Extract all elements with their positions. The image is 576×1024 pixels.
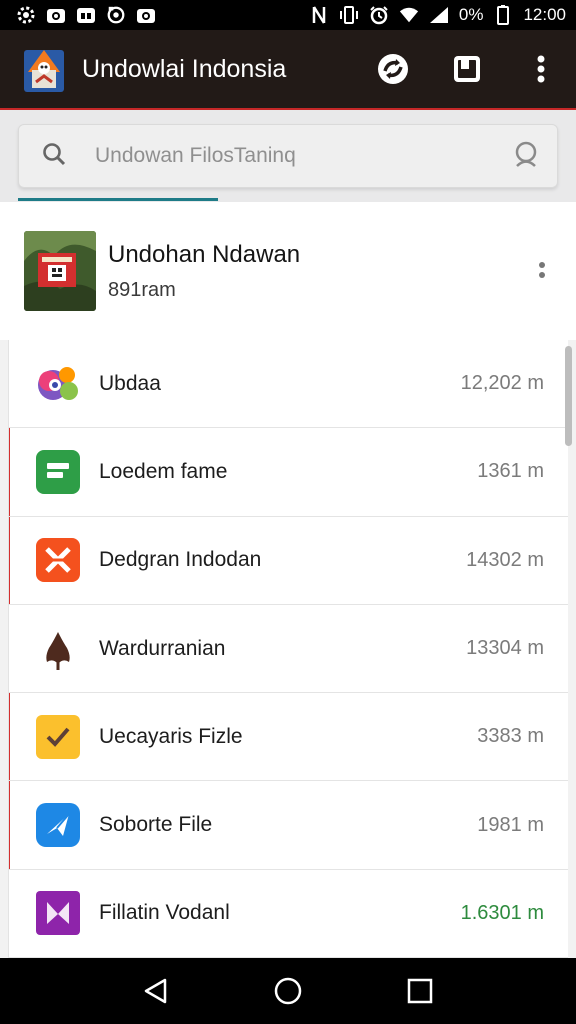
list-item[interactable]: Ubdaa 12,202 m [9, 340, 568, 429]
camera-icon [136, 5, 156, 25]
green-sheets-icon [35, 449, 81, 495]
search-box[interactable]: Undowan FilosTaninq [18, 124, 558, 188]
item-size: 1.6301 m [460, 901, 544, 924]
header-info: Undohan Ndawan 891ram [108, 241, 532, 302]
nfc-icon [309, 5, 329, 25]
app-actions [376, 52, 558, 86]
leaf-icon [35, 626, 81, 672]
item-label: Ubdaa [99, 371, 161, 395]
header-subtitle: 891ram [108, 278, 176, 301]
briefcase-icon [76, 5, 96, 25]
scrollbar[interactable] [565, 346, 572, 446]
colorful-app-icon [35, 361, 81, 407]
item-size: 13304 m [466, 637, 544, 660]
item-size: 1981 m [477, 813, 544, 836]
voice-search-icon[interactable] [511, 139, 541, 174]
item-label: Dedgran Indodan [99, 548, 262, 572]
item-label: Loedem fame [99, 459, 228, 483]
recents-icon[interactable] [400, 971, 440, 1011]
yellow-check-icon [35, 714, 81, 760]
search-area: Undowan FilosTaninq [0, 110, 576, 202]
search-input[interactable]: Undowan FilosTaninq [95, 144, 511, 168]
item-size: 14302 m [466, 548, 544, 571]
header-more-icon[interactable] [532, 256, 552, 286]
item-label: Uecayaris Fizle [99, 724, 243, 748]
header-title: Undohan Ndawan [108, 240, 301, 268]
more-vert-icon[interactable] [524, 52, 558, 86]
notification-icons [16, 5, 156, 25]
battery-percent: 0% [458, 5, 484, 24]
list-item[interactable]: Wardurranian 13304 m [9, 605, 568, 694]
settings-icon [16, 5, 36, 25]
header-thumbnail [24, 231, 96, 311]
sync-icon [106, 5, 126, 25]
list-item[interactable]: Soborte File 1981 m [9, 781, 568, 870]
app-bar: Undowlai Indonsia [0, 30, 576, 108]
blue-send-icon [35, 802, 81, 848]
wifi-icon [399, 5, 419, 25]
back-icon[interactable] [136, 971, 176, 1011]
item-size: 1361 m [477, 460, 544, 483]
system-icons: 0% 12:00 [309, 5, 566, 25]
file-list: Ubdaa 12,202 m Loedem fame 1361 m Dedgra… [8, 340, 568, 958]
search-icon[interactable] [41, 141, 67, 172]
vibrate-icon [339, 5, 359, 25]
purple-bookmark-icon [35, 890, 81, 936]
battery-icon [493, 5, 513, 25]
list-item[interactable]: Dedgran Indodan 14302 m [9, 516, 568, 605]
list-item[interactable]: Loedem fame 1361 m [9, 428, 568, 517]
orange-x-icon [35, 537, 81, 583]
alarm-icon [369, 5, 389, 25]
item-label: Soborte File [99, 813, 213, 837]
item-size: 12,202 m [460, 372, 544, 395]
clock: 12:00 [523, 5, 566, 24]
header-card[interactable]: Undohan Ndawan 891ram [0, 202, 576, 340]
signal-icon [429, 5, 449, 25]
home-icon[interactable] [268, 971, 308, 1011]
item-label: Fillatin Vodanl [99, 901, 230, 925]
item-label: Wardurranian [99, 636, 226, 660]
tab-indicator [18, 198, 218, 201]
app-title: Undowlai Indonsia [82, 54, 287, 83]
item-size: 3383 m [477, 725, 544, 748]
sync-action-icon[interactable] [376, 52, 410, 86]
app-logo [24, 46, 64, 92]
camera-icon [46, 5, 66, 25]
status-bar: 0% 12:00 [0, 0, 576, 30]
navigation-bar [0, 958, 576, 1024]
list-item[interactable]: Uecayaris Fizle 3383 m [9, 693, 568, 782]
list-item[interactable]: Fillatin Vodanl 1.6301 m [9, 870, 568, 958]
bookmark-icon[interactable] [450, 52, 484, 86]
